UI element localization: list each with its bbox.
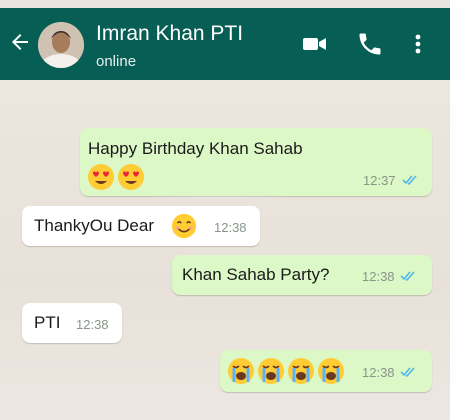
message-time: 12:37 [363,173,396,188]
read-receipt-icon [400,271,415,282]
more-options-icon[interactable] [404,30,432,58]
heart-eyes-emoji-icon [88,164,114,190]
read-receipt-icon [400,367,415,378]
message-text: Happy Birthday Khan Sahab [88,139,303,158]
message-bubble-outgoing[interactable]: Happy Birthday Khan Sahab 12:37 [80,128,432,196]
avatar[interactable] [38,22,84,68]
message-time: 12:38 [362,365,395,380]
read-receipt-icon [402,175,417,186]
crying-face-emoji-icon [318,358,344,384]
message-text: PTI [34,313,61,332]
message-bubble-outgoing[interactable]: 12:38 [220,350,432,392]
voice-call-icon[interactable] [356,30,384,58]
message-time: 12:38 [214,220,247,235]
heart-eyes-emoji-icon [118,164,144,190]
message-text: Khan Sahab Party? [182,265,330,284]
message-text: ThankyOu Dear [34,216,154,235]
contact-status: online [96,53,137,70]
chat-header: Imran Khan PTI online [0,8,450,80]
crying-face-emoji-icon [258,358,284,384]
message-time: 12:38 [362,269,395,284]
smiling-face-emoji-icon [171,213,197,239]
contact-name[interactable]: Imran Khan PTI [96,22,243,46]
message-bubble-incoming[interactable]: ThankyOu Dear 12:38 [22,206,260,246]
message-bubble-outgoing[interactable]: Khan Sahab Party? 12:38 [172,255,432,295]
message-time: 12:38 [76,317,109,332]
back-arrow-icon[interactable] [8,30,32,54]
video-call-icon[interactable] [300,30,328,58]
crying-face-emoji-icon [288,358,314,384]
crying-face-emoji-icon [228,358,254,384]
message-bubble-incoming[interactable]: PTI 12:38 [22,303,122,343]
